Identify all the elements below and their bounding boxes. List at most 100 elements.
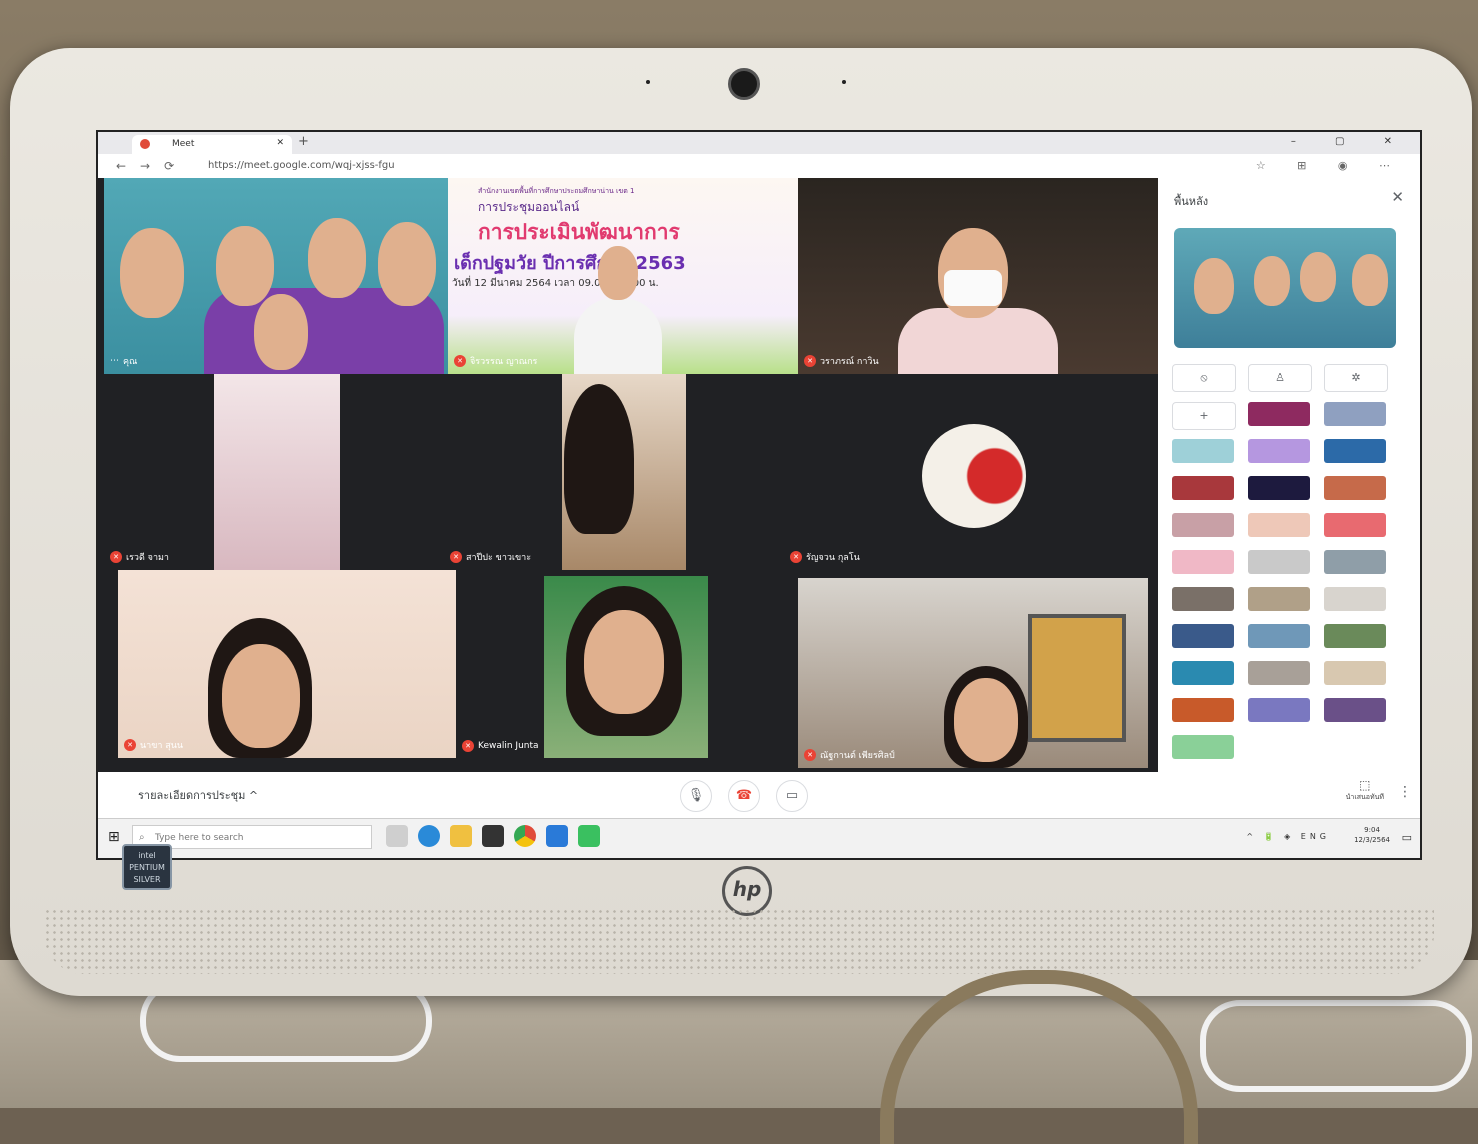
background-thumbnail[interactable] (1248, 550, 1310, 574)
background-thumbnail[interactable] (1324, 513, 1386, 537)
background-thumbnail[interactable] (1172, 661, 1234, 685)
url-field[interactable]: https://meet.google.com/wqj-xjss-fgu (208, 160, 395, 171)
mic-off-icon: ✕ (462, 740, 474, 752)
participant-face (378, 222, 436, 306)
participant-name-label: ✕ เรวดี จามา (110, 550, 169, 564)
intel-badge: intel PENTIUM SILVER (122, 844, 172, 890)
participant-tile[interactable]: ⋯ คุณ (104, 178, 448, 374)
background-preview (1174, 228, 1396, 348)
chevron-up-icon: ^ (248, 789, 259, 802)
participant-face (254, 294, 308, 370)
background-thumbnail[interactable] (1324, 587, 1386, 611)
wall-picture (1028, 614, 1126, 742)
background-thumbnail[interactable] (1172, 698, 1234, 722)
new-tab-button[interactable]: + (298, 134, 309, 149)
background-thumbnail[interactable] (1172, 624, 1234, 648)
participant-name-label: ✕ ณัฐกานต์ เพียรศิลป์ (804, 748, 895, 762)
background-thumbnail[interactable] (1172, 587, 1234, 611)
present-label: นำเสนอทันที (1345, 793, 1384, 801)
background-thumbnail[interactable] (1324, 550, 1386, 574)
participant-name-label: ✕ สาปีปะ ขาวเขาะ (450, 550, 531, 564)
windows-taskbar: ⊞ ⌕ Type here to search ^ 🔋 ◈ ENG 9:04 1… (98, 818, 1420, 858)
background-thumbnail[interactable] (1324, 476, 1386, 500)
mic-off-icon: ✕ (804, 355, 816, 367)
system-tray[interactable]: ^ 🔋 ◈ ENG (1246, 832, 1330, 841)
background-thumbnail[interactable] (1248, 476, 1310, 500)
mic-off-icon: ✕ (124, 739, 136, 751)
participant-tile[interactable]: ✕ วราภรณ์ กาวิน (798, 178, 1158, 374)
participant-face (216, 226, 274, 306)
background-thumbnail[interactable] (1248, 513, 1310, 537)
participant-tile[interactable]: ✕ ณัฐกานต์ เพียรศิลป์ (798, 578, 1148, 768)
windows-start-icon[interactable]: ⊞ (108, 829, 120, 845)
mic-off-icon: ✕ (454, 355, 466, 367)
mic-off-icon: ✕ (110, 551, 122, 563)
tab-meet[interactable]: Meet ✕ (132, 135, 292, 154)
presentation-tile[interactable]: สำนักงานเขตพื้นที่การศึกษาประถมศึกษาน่าน… (448, 178, 798, 374)
camera-icon[interactable]: ▭ (776, 780, 808, 812)
meet-record-icon (140, 139, 150, 149)
microphone-icon[interactable]: 🎙 (680, 780, 712, 812)
background-thumbnail[interactable] (1248, 624, 1310, 648)
participant-tile[interactable]: ✕ รัญจวน กุลโน (784, 374, 1158, 570)
background-thumbnail[interactable] (1172, 550, 1234, 574)
participant-tile[interactable]: ✕ เรวดี จามา (104, 374, 444, 570)
meeting-details-button[interactable]: รายละเอียดการประชุม ^ (138, 786, 258, 804)
participant-name-label: ✕ Kewalin Junta (462, 740, 539, 752)
background-thumbnail[interactable] (1172, 439, 1234, 463)
background-thumbnail[interactable] (1324, 439, 1386, 463)
line-app-icon[interactable] (578, 825, 600, 847)
participant-tile[interactable]: ✕ Kewalin Junta (456, 570, 798, 758)
browser-toolbar-icons[interactable]: ☆ ⊞ ◉ ⋯ (1256, 159, 1404, 172)
participant-face (1300, 252, 1336, 302)
participant-face (308, 218, 366, 298)
presenter-body (574, 298, 662, 374)
slight-blur-button[interactable]: ♙ (1248, 364, 1312, 392)
participant-face (584, 610, 664, 714)
background-thumbnail[interactable] (1172, 735, 1234, 759)
background-thumbnail[interactable] (1324, 402, 1386, 426)
taskbar-clock[interactable]: 9:04 12/3/2564 (1354, 825, 1390, 845)
file-explorer-icon[interactable] (450, 825, 472, 847)
window-controls[interactable]: – ▢ ✕ (1291, 136, 1410, 147)
participant-tile[interactable]: ✕ สาปีปะ ขาวเขาะ (444, 374, 784, 570)
close-tab-icon[interactable]: ✕ (276, 138, 284, 148)
participant-tile[interactable]: ✕ นาขา สุนน (118, 570, 456, 758)
background-thumbnail[interactable] (1248, 661, 1310, 685)
background-thumbnail[interactable] (1172, 476, 1234, 500)
edge-icon[interactable] (418, 825, 440, 847)
background-thumbnail[interactable] (1248, 402, 1310, 426)
present-now-button[interactable]: ⬚ นำเสนอทันที (1346, 778, 1384, 803)
background-thumbnail[interactable] (1248, 587, 1310, 611)
add-background-button[interactable]: + (1172, 402, 1236, 430)
notification-icon[interactable]: ▭ (1402, 831, 1412, 844)
background-thumbnail[interactable] (1324, 624, 1386, 648)
background-thumbnail[interactable] (1248, 698, 1310, 722)
mic-off-icon: ✕ (804, 749, 816, 761)
store-icon[interactable] (546, 825, 568, 847)
background-thumbnail[interactable] (1248, 439, 1310, 463)
mail-icon[interactable] (482, 825, 504, 847)
background-thumbnail[interactable] (1324, 661, 1386, 685)
more-icon: ⋯ (110, 356, 119, 366)
no-effect-button[interactable]: ⦸ (1172, 364, 1236, 392)
participant-name-label: ✕ นาขา สุนน (124, 738, 183, 752)
background-thumbnail[interactable] (1324, 698, 1386, 722)
task-view-icon[interactable] (386, 825, 408, 847)
slide-title: การประเมินพัฒนาการ (478, 220, 680, 244)
mic-off-icon: ✕ (450, 551, 462, 563)
taskbar-apps (386, 825, 600, 847)
chrome-icon[interactable] (514, 825, 536, 847)
more-options-icon[interactable]: ⋮ (1398, 784, 1412, 800)
blur-button[interactable]: ✲ (1324, 364, 1388, 392)
participant-avatar (922, 424, 1026, 528)
close-icon[interactable]: ✕ (1391, 188, 1404, 206)
participant-face (1352, 254, 1388, 306)
presenter-face (598, 246, 638, 300)
nav-buttons[interactable]: ←→⟳ (116, 159, 188, 173)
participant-hair (564, 384, 634, 534)
background-thumbnail[interactable] (1172, 513, 1234, 537)
webcam-icon (728, 68, 760, 100)
hang-up-icon[interactable]: ☎ (728, 780, 760, 812)
background-panel: พื้นหลัง ✕ ⦸ ♙ ✲ + (1158, 178, 1420, 772)
